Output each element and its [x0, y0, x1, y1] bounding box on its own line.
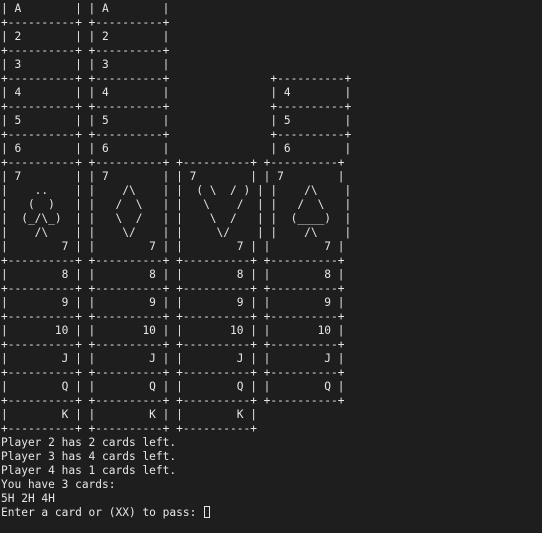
terminal-line: | Q | | Q | | Q | | Q |: [1, 380, 345, 393]
terminal-line: +----------+ +----------+ +----------+: [1, 72, 352, 85]
prompt-line[interactable]: Enter a card or (XX) to pass:: [1, 506, 351, 520]
terminal-line: +----------+ +----------+: [1, 44, 170, 57]
terminal-line: +----------+ +----------+ +----------+ +…: [1, 282, 345, 295]
prompt-text: Enter a card or (XX) to pass:: [1, 506, 204, 519]
terminal-line: +----------+ +----------+ +----------+: [1, 128, 352, 141]
terminal-line: | 6 | | 6 | | 6 |: [1, 142, 352, 155]
terminal-line: | A | | A |: [1, 2, 170, 15]
terminal-line: +----------+ +----------+ +----------+ +…: [1, 338, 345, 351]
terminal-line: +----------+ +----------+ +----------+ +…: [1, 310, 345, 323]
terminal-line: +----------+ +----------+ +----------+ +…: [1, 156, 345, 169]
terminal-line: | /\ | | \/ | | \/ | | /\ |: [1, 226, 352, 239]
terminal-line: | ( ) | | / \ | | \ / | | / \ |: [1, 198, 352, 211]
terminal-line: | (_/\_) | | \ / | | \ / | | (____) |: [1, 212, 352, 225]
terminal-line: | 7 | | 7 | | 7 | | 7 |: [1, 240, 345, 253]
terminal-line: | 8 | | 8 | | 8 | | 8 |: [1, 268, 345, 281]
terminal-line: Player 3 has 4 cards left.: [1, 450, 177, 463]
terminal-output: | A | | A | +----------+ +----------+ | 2 …: [1, 2, 351, 520]
terminal-line: | 2 | | 2 |: [1, 30, 170, 43]
terminal-line: | 5 | | 5 | | 5 |: [1, 114, 352, 127]
terminal-line: +----------+ +----------+ +----------+ +…: [1, 394, 345, 407]
terminal-line: +----------+ +----------+ +----------+ +…: [1, 366, 345, 379]
terminal-line: | 3 | | 3 |: [1, 58, 170, 71]
terminal-window[interactable]: | A | | A | +----------+ +----------+ | 2 …: [0, 0, 542, 533]
terminal-line: Player 4 has 1 cards left.: [1, 464, 177, 477]
terminal-line: +----------+ +----------+ +----------+: [1, 422, 257, 435]
terminal-line: | .. | | /\ | | ( \ / ) | | /\ |: [1, 184, 352, 197]
terminal-line: | J | | J | | J | | J |: [1, 352, 345, 365]
terminal-line: +----------+ +----------+ +----------+: [1, 100, 352, 113]
terminal-line: | 9 | | 9 | | 9 | | 9 |: [1, 296, 345, 309]
terminal-line: +----------+ +----------+ +----------+ +…: [1, 254, 345, 267]
terminal-line: You have 3 cards:: [1, 478, 116, 491]
terminal-line: | 10 | | 10 | | 10 | | 10 |: [1, 324, 345, 337]
terminal-line: | 7 | | 7 | | 7 | | 7 |: [1, 170, 345, 183]
terminal-line: Player 2 has 2 cards left.: [1, 436, 177, 449]
terminal-line: | K | | K | | K |: [1, 408, 257, 421]
text-cursor: [204, 506, 211, 518]
terminal-line: +----------+ +----------+: [1, 16, 170, 29]
terminal-line: | 4 | | 4 | | 4 |: [1, 86, 352, 99]
terminal-line: 5H 2H 4H: [1, 492, 55, 505]
